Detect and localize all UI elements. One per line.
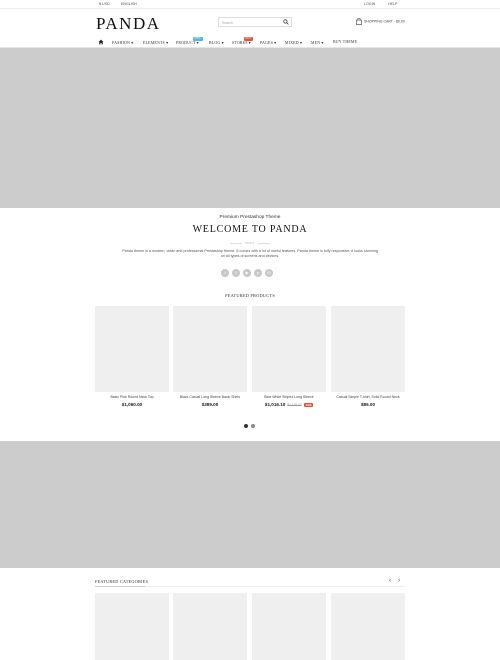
instagram-icon[interactable]: ◎ [265,269,273,277]
nav-item-men[interactable]: MEN ▾ [311,40,324,45]
product-name[interactable]: Black Casual Long Sleeve Basic Shirts [173,395,247,399]
product-name[interactable]: Casual Simple T-shirt, Solid Round Neck [331,395,405,399]
product-price: $1,060.00 [121,402,143,407]
discount-badge: -10% [303,403,314,407]
title-underline [95,586,145,587]
product-name[interactable]: Basic Pink Round Neck Top [95,395,169,399]
twitter-icon[interactable]: t [221,269,229,277]
product-image[interactable] [95,306,169,392]
nav-item-product[interactable]: PRODUCT ▾ NEW [176,37,203,45]
welcome-title: WELCOME TO PANDA [192,224,308,235]
help-link[interactable]: HELP [388,2,397,6]
nav-item-elements[interactable]: ELEMENTS ▾ [143,40,168,45]
featured-products-title: FEATURED PRODUCTS [225,293,275,298]
welcome-description: Panda theme is a modern, clean and profe… [122,249,378,258]
pinterest-icon[interactable]: p [254,269,262,277]
product-old-price: $1,129.00 [287,403,302,407]
top-bar: $ USD ENGLISH LOGIN HELP [0,0,500,9]
featured-categories-title: FEATURED CATEGORIES [95,579,149,584]
youtube-icon[interactable]: ▶ [243,269,251,277]
currency-selector[interactable]: $ USD [99,2,110,6]
category-image[interactable] [95,593,169,660]
product-price: $389.00 [201,402,219,407]
site-logo[interactable]: PANDA [96,14,161,34]
home-icon[interactable] [98,39,104,45]
search-icon[interactable] [283,19,289,25]
search-input[interactable]: Search [218,17,292,27]
nav-item-stores[interactable]: STORES ▾ HOT [232,37,253,45]
nav-item-blog[interactable]: BLOG ▾ [209,40,224,45]
product-price: $1,016.10 [264,402,286,407]
chevron-left-icon[interactable]: ‹ [389,578,391,584]
language-selector[interactable]: ENGLISH [121,2,137,6]
search-placeholder: Search [222,20,234,25]
product-image[interactable] [252,306,326,392]
category-image[interactable] [252,593,326,660]
hero-banner[interactable] [0,48,500,208]
nav-item-mixed[interactable]: MIXED ▾ [285,40,302,45]
chevron-right-icon[interactable]: › [398,578,400,584]
product-price: $86.00 [360,402,376,407]
divider-label: PANDA [245,241,255,245]
hot-badge: HOT [244,37,253,41]
cart-label: SHOPPING CART - $0.00 [364,19,405,24]
category-image[interactable] [331,593,405,660]
shopping-bag-icon [356,18,362,25]
main-nav: FASHION ▾ ELEMENTS ▾ PRODUCT ▾ NEW BLOG … [0,37,500,48]
facebook-icon[interactable]: f [232,269,240,277]
carousel-dot-active[interactable] [244,424,248,428]
product-image[interactable] [173,306,247,392]
promo-banner[interactable] [0,441,500,568]
login-link[interactable]: LOGIN [364,2,375,6]
shopping-cart[interactable]: SHOPPING CART - $0.00 [356,18,405,25]
product-name[interactable]: Blue White Striped Long Sleeve [252,395,326,399]
nav-item-buy-theme[interactable]: BUY THEME [333,40,357,44]
product-price-group: $1,016.10 $1,129.00 -10% [252,402,326,407]
nav-item-fashion[interactable]: FASHION ▾ [112,40,133,45]
product-image[interactable] [331,306,405,392]
new-badge: NEW [193,37,203,41]
title-divider: PANDA [230,241,270,245]
carousel-dot[interactable] [251,424,255,428]
welcome-subtitle: Premium Prestashop Theme [219,215,281,220]
nav-item-pages[interactable]: PAGES ▾ [260,40,276,45]
category-image[interactable] [173,593,247,660]
